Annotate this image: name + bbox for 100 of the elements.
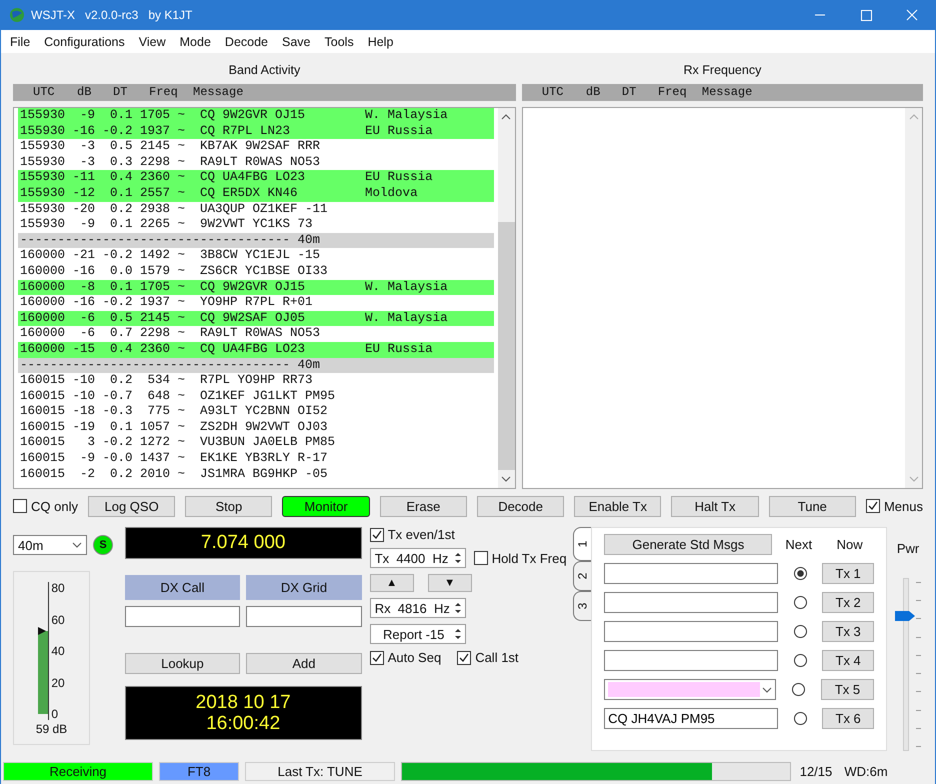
tx-button[interactable]: Tx 4 <box>822 650 874 671</box>
decode-row[interactable]: 155930 -3 0.5 2145 ~ KB7AK 9W2SAF RRR <box>18 139 494 155</box>
menu-item[interactable]: Decode <box>218 34 276 48</box>
decode-row[interactable]: 155930 -9 0.1 1705 ~ CQ 9W2GVR OJ15 W. Malaysia <box>18 108 494 124</box>
decode-row[interactable]: 155930 -16 -0.2 1937 ~ CQ R7PL LN23 EU Russia <box>18 124 494 140</box>
menu-item[interactable]: View <box>132 34 173 48</box>
checkbox[interactable] <box>370 650 384 664</box>
up-button[interactable]: ▲ <box>370 574 414 592</box>
menu-item[interactable]: Configurations <box>37 34 132 48</box>
menu-item[interactable]: File <box>3 34 38 48</box>
decode-row[interactable]: 155930 -9 0.1 2265 ~ 9W2VWT YC1KS 73 <box>18 217 494 233</box>
band-separator[interactable]: ------------------------------------ 40m <box>18 232 494 248</box>
decode-row[interactable]: 160000 -8 0.1 1705 ~ CQ 9W2GVR OJ15 W. Malaysia <box>18 280 494 296</box>
decode-row[interactable]: 155930 -11 0.4 2360 ~ CQ UA4FBG LO23 EU Russia <box>18 170 494 186</box>
radio-button[interactable] <box>792 683 805 696</box>
radio-button[interactable] <box>794 654 807 667</box>
decode-row[interactable]: 155930 -3 0.3 2298 ~ RA9LT R0WAS NO53 <box>18 154 494 170</box>
decode-row[interactable]: 160000 -6 0.5 2145 ~ CQ 9W2SAF OJ05 W. Malaysia <box>18 310 494 326</box>
message-field[interactable] <box>604 621 778 642</box>
action-button[interactable]: Erase <box>380 496 467 516</box>
column-header: dB <box>77 84 92 101</box>
message-dropdown[interactable] <box>604 679 776 700</box>
decode-row[interactable]: 160015 -9 -0.0 1437 ~ EK1KE YB3RLY R-17 <box>18 451 494 467</box>
dx-call-field[interactable] <box>124 606 240 627</box>
tx-button[interactable]: Tx 3 <box>822 621 874 642</box>
dx-grid-field[interactable] <box>246 606 362 627</box>
action-button[interactable]: Monitor <box>282 496 370 516</box>
tx-button[interactable]: Tx 1 <box>822 563 874 584</box>
menu-item[interactable]: Tools <box>318 34 361 48</box>
checkbox-label: Call 1st <box>475 650 519 665</box>
band-separator[interactable]: ------------------------------------ 40m <box>18 358 494 374</box>
checkbox[interactable] <box>370 528 384 542</box>
scroll-down-icon[interactable] <box>501 476 512 482</box>
radio-button[interactable] <box>794 625 807 638</box>
action-button[interactable]: Decode <box>476 496 564 516</box>
report-spinbox[interactable]: Report -15 <box>370 624 466 644</box>
decode-row[interactable]: 160000 -21 -0.2 1492 ~ 3B8CW YC1EJL -15 <box>18 248 494 264</box>
column-header: Freq <box>149 84 179 101</box>
checkbox[interactable] <box>13 499 27 513</box>
decode-row[interactable]: 160000 -16 0.0 1579 ~ ZS6CR YC1BSE OI33 <box>18 264 494 280</box>
column-header: DT <box>113 84 128 101</box>
decode-row[interactable]: 160000 -15 0.4 2360 ~ CQ UA4FBG LO23 EU Russia <box>18 342 494 358</box>
scroll-up-icon[interactable] <box>501 114 512 120</box>
column-header: DT <box>622 84 638 101</box>
tx-button[interactable]: Tx 6 <box>822 708 874 729</box>
message-field[interactable] <box>604 592 778 613</box>
tab[interactable]: 2 <box>573 561 592 591</box>
decode-row[interactable]: 155930 -12 0.1 2557 ~ CQ ER5DX KN46 Moldova <box>18 186 494 202</box>
rx-frequency-spinbox[interactable]: Rx 4816 Hz <box>370 598 466 618</box>
watchdog-text: WD:6m <box>843 763 889 781</box>
message-field[interactable]: CQ JH4VAJ PM95 <box>604 708 778 729</box>
generate-messages-button[interactable]: Generate Std Msgs <box>604 534 772 555</box>
decode-row[interactable]: 160000 -6 0.7 2298 ~ RA9LT R0WAS NO53 <box>18 326 494 342</box>
radio-button[interactable] <box>794 567 807 580</box>
checkbox[interactable] <box>457 650 472 664</box>
status-dot-button[interactable]: S <box>93 535 113 555</box>
decode-row[interactable]: 160015 -19 0.1 1057 ~ ZS2DH 9W2VWT OJ03 <box>18 420 494 436</box>
checkbox[interactable] <box>474 551 488 565</box>
slider-handle[interactable] <box>895 611 916 622</box>
action-button[interactable]: Stop <box>185 496 272 516</box>
power-slider[interactable] <box>895 578 922 751</box>
scrollbar[interactable] <box>498 108 515 488</box>
radio-button[interactable] <box>794 596 807 609</box>
action-button[interactable]: Log QSO <box>88 496 176 516</box>
decode-row[interactable]: 160015 -10 -0.7 648 ~ OZ1KEF JG1LKT PM95 <box>18 388 494 404</box>
message-field[interactable] <box>604 563 778 584</box>
decode-row[interactable]: 160015 -10 0.2 534 ~ R7PL YO9HP RR73 <box>18 373 494 389</box>
checkbox[interactable] <box>866 499 880 513</box>
menu-item[interactable]: Save <box>275 34 318 48</box>
lookup-button[interactable]: Lookup <box>124 653 240 674</box>
column-header: Message <box>702 84 754 101</box>
tx-button[interactable]: Tx 2 <box>822 592 874 613</box>
tx-frequency-spinbox[interactable]: Tx 4400 Hz <box>370 548 466 568</box>
menu-item[interactable]: Mode <box>172 34 218 48</box>
action-button[interactable]: Enable Tx <box>574 496 662 516</box>
decode-row[interactable]: 155930 -20 0.2 2938 ~ UA3QUP OZ1KEF -11 <box>18 202 494 218</box>
tab[interactable]: 3 <box>573 591 592 621</box>
spin-arrows-icon <box>452 626 463 642</box>
radio-button[interactable] <box>794 712 807 725</box>
message-field[interactable] <box>604 650 778 671</box>
caret-icon <box>762 686 772 692</box>
decode-row[interactable]: 160000 -16 -0.2 1937 ~ YO9HP R7PL R+01 <box>18 295 494 311</box>
menu-item[interactable]: Help <box>360 34 400 48</box>
mode-text: FT8 <box>159 762 239 781</box>
window-title: WSJT-X v2.0.0-rc3 by K1JT <box>31 8 192 22</box>
decode-row[interactable]: 160015 3 -0.2 1272 ~ VU3BUN JA0ELB PM85 <box>18 435 494 452</box>
checkbox-label: Auto Seq <box>388 650 442 665</box>
tx-button[interactable]: Tx 5 <box>820 679 874 700</box>
band-dropdown[interactable]: 40m <box>13 535 87 555</box>
pane-title: Band Activity <box>228 62 302 79</box>
scale-label: 60 <box>51 614 65 626</box>
decode-row[interactable]: 160015 -18 -0.3 775 ~ A93LT YC2BNN OI52 <box>18 404 494 420</box>
column-header: Message <box>193 84 244 101</box>
down-button[interactable]: ▼ <box>428 574 472 592</box>
decode-row[interactable]: 160015 -2 0.2 2010 ~ JS1MRA BG9HKP -05 <box>18 466 494 482</box>
action-button[interactable]: Tune <box>768 496 856 516</box>
add-button[interactable]: Add <box>246 653 362 674</box>
scroll-thumb[interactable] <box>498 222 515 470</box>
tab[interactable]: 1 <box>573 527 592 561</box>
action-button[interactable]: Halt Tx <box>671 496 759 516</box>
